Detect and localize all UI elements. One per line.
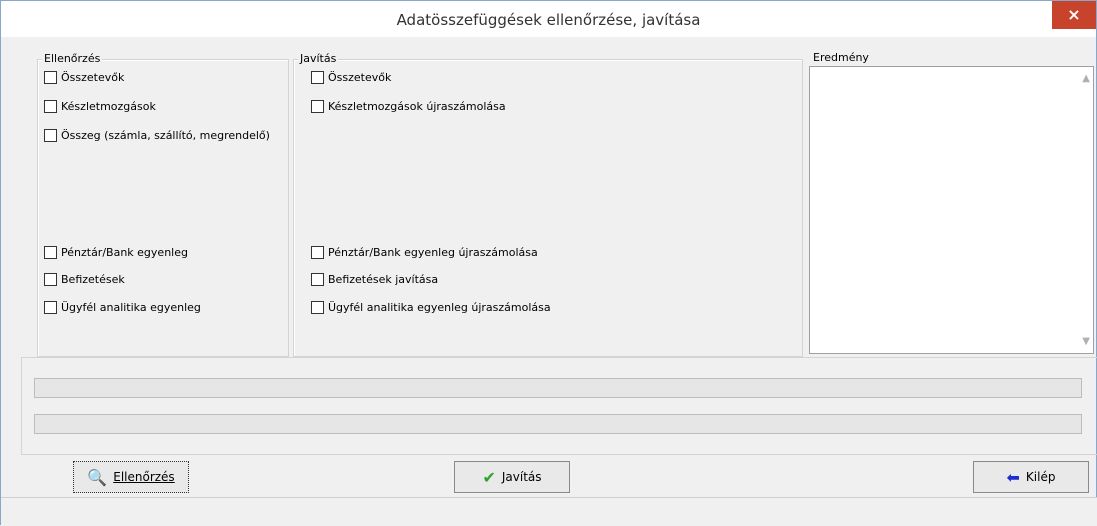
check-option-befizetesek[interactable]: Befizetések xyxy=(44,270,125,288)
fix-option-label: Ügyfél analitika egyenleg újraszámolása xyxy=(328,300,551,314)
dialog-window: Adatösszefüggések ellenőrzése, javítása … xyxy=(0,0,1097,526)
check-option-penztar[interactable]: Pénztár/Bank egyenleg xyxy=(44,243,188,261)
check-option-label: Befizetések xyxy=(61,272,125,286)
check-option-osszeg[interactable]: Összeg (számla, szállító, megrendelő) xyxy=(44,126,270,144)
fix-option-label: Pénztár/Bank egyenleg újraszámolása xyxy=(328,245,538,259)
fix-option-keszletmozgasok[interactable]: Készletmozgások újraszámolása xyxy=(311,97,506,115)
checkbox[interactable] xyxy=(311,300,324,314)
progress-bar-2 xyxy=(34,414,1082,434)
fix-group-label: Javítás xyxy=(298,52,339,65)
fix-option-osszetevok[interactable]: Összetevők xyxy=(311,68,391,86)
fix-button-label: Javítás xyxy=(501,470,542,484)
result-group-label: Eredmény xyxy=(811,51,871,64)
fix-button[interactable]: ✔ Javítás xyxy=(454,461,570,493)
checkmark-icon: ✔ xyxy=(482,467,496,487)
checkbox[interactable] xyxy=(311,245,324,259)
left-arrow-icon: ⬅ xyxy=(1006,467,1020,487)
check-option-osszetevok[interactable]: Összetevők xyxy=(44,68,124,86)
check-option-label: Összeg (számla, szállító, megrendelő) xyxy=(61,128,270,142)
check-group-label: Ellenőrzés xyxy=(42,52,103,65)
checkbox[interactable] xyxy=(311,99,324,113)
fix-option-penztar[interactable]: Pénztár/Bank egyenleg újraszámolása xyxy=(311,243,538,261)
check-option-label: Ügyfél analitika egyenleg xyxy=(61,300,201,314)
check-option-label: Összetevők xyxy=(61,70,125,84)
checkbox[interactable] xyxy=(44,245,57,259)
scroll-down-icon[interactable]: ▼ xyxy=(1082,336,1090,347)
fix-option-label: Befizetések javítása xyxy=(328,272,439,286)
fix-option-label: Összetevők xyxy=(328,70,392,84)
title-bar[interactable]: Adatösszefüggések ellenőrzése, javítása … xyxy=(1,1,1096,37)
checkbox[interactable] xyxy=(44,99,57,113)
fix-option-label: Készletmozgások újraszámolása xyxy=(328,99,506,113)
progress-bar-1 xyxy=(34,378,1082,398)
checkbox[interactable] xyxy=(44,300,57,314)
window-title: Adatösszefüggések ellenőrzése, javítása xyxy=(396,11,701,29)
check-option-keszletmozgasok[interactable]: Készletmozgások xyxy=(44,97,156,115)
check-option-label: Készletmozgások xyxy=(61,99,156,113)
checkbox[interactable] xyxy=(44,272,57,286)
checkbox[interactable] xyxy=(44,128,57,142)
status-bar xyxy=(1,497,1097,526)
result-textarea[interactable]: ▲ ▼ xyxy=(809,66,1094,354)
scroll-up-icon[interactable]: ▲ xyxy=(1082,73,1090,84)
magnifier-icon: 🔍 xyxy=(87,467,108,487)
checkbox[interactable] xyxy=(311,272,324,286)
check-option-label: Pénztár/Bank egyenleg xyxy=(61,245,188,259)
exit-button[interactable]: ⬅ Kilép xyxy=(973,461,1089,493)
close-button[interactable]: × xyxy=(1052,1,1096,29)
check-button-label: Ellenőrzés xyxy=(113,470,175,484)
checkbox[interactable] xyxy=(311,70,324,84)
fix-option-befizetesek[interactable]: Befizetések javítása xyxy=(311,270,438,288)
check-button[interactable]: 🔍 Ellenőrzés xyxy=(73,461,189,493)
fix-option-ugyfel[interactable]: Ügyfél analitika egyenleg újraszámolása xyxy=(311,298,551,316)
exit-button-label: Kilép xyxy=(1025,470,1056,484)
check-option-ugyfel[interactable]: Ügyfél analitika egyenleg xyxy=(44,298,201,316)
checkbox[interactable] xyxy=(44,70,57,84)
progress-panel xyxy=(21,357,1097,455)
